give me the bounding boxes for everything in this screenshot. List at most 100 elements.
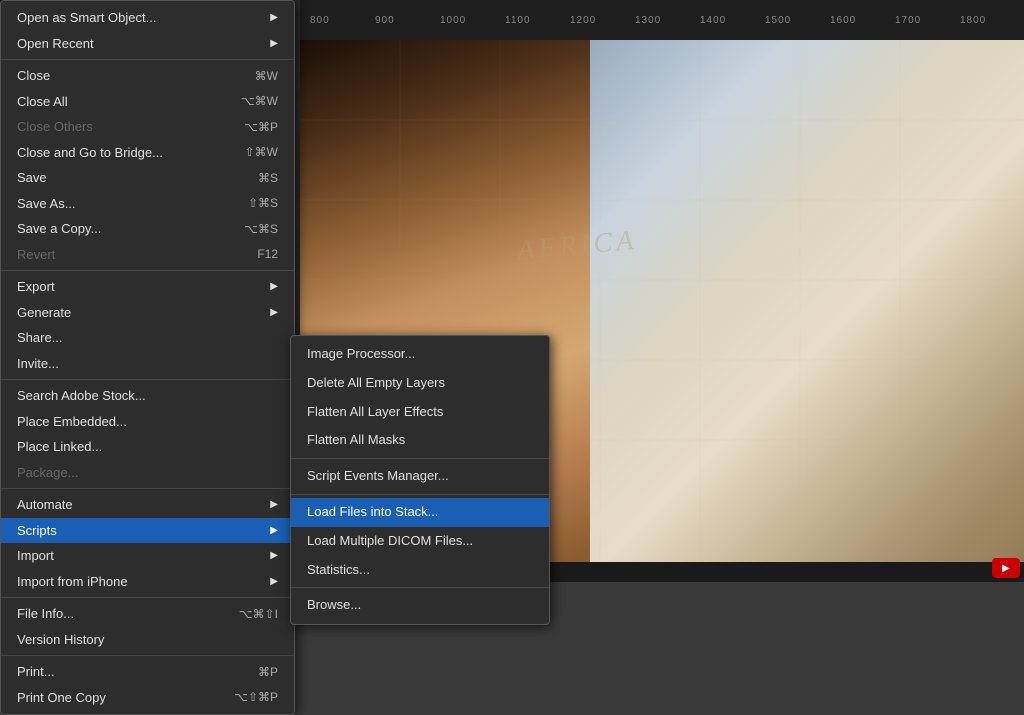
submenu-item-delete-empty-layers[interactable]: Delete All Empty Layers xyxy=(291,369,549,398)
menu-item-label: Search Adobe Stock... xyxy=(17,386,278,406)
menu-item-open-smart-object[interactable]: Open as Smart Object... xyxy=(1,5,294,31)
menu-item-label: Invite... xyxy=(17,354,278,374)
menu-separator xyxy=(1,59,294,60)
menu-shortcut: ⌘P xyxy=(258,663,278,681)
menu-item-invite[interactable]: Invite... xyxy=(1,351,294,377)
menu-item-label: Place Embedded... xyxy=(17,412,278,432)
menu-item-package: Package... xyxy=(1,460,294,486)
submenu-item-statistics[interactable]: Statistics... xyxy=(291,556,549,585)
menu-item-label: Save As... xyxy=(17,194,228,214)
submenu-label: Script Events Manager... xyxy=(307,466,449,487)
menu-item-print-one-copy[interactable]: Print One Copy ⌥⇧⌘P xyxy=(1,685,294,711)
submenu-label: Statistics... xyxy=(307,560,370,581)
submenu-label: Load Multiple DICOM Files... xyxy=(307,531,473,552)
menu-separator xyxy=(1,488,294,489)
ruler-num: 1100 xyxy=(505,15,570,26)
menu-item-save-copy[interactable]: Save a Copy... ⌥⌘S xyxy=(1,216,294,242)
menu-item-generate[interactable]: Generate xyxy=(1,300,294,326)
menu-item-import-iphone[interactable]: Import from iPhone xyxy=(1,569,294,595)
ruler: 800 900 1000 1100 1200 1300 1400 1500 16… xyxy=(300,0,1024,40)
menu-shortcut: ⌥⇧⌘P xyxy=(234,688,278,706)
submenu-item-load-files-stack[interactable]: Load Files into Stack... xyxy=(291,498,549,527)
menu-item-save-as[interactable]: Save As... ⇧⌘S xyxy=(1,191,294,217)
menu-item-print[interactable]: Print... ⌘P xyxy=(1,659,294,685)
menu-item-label: Close Others xyxy=(17,117,224,137)
submenu-item-browse[interactable]: Browse... xyxy=(291,591,549,620)
submenu-label: Flatten All Layer Effects xyxy=(307,402,443,423)
menu-item-close-go-bridge[interactable]: Close and Go to Bridge... ⇧⌘W xyxy=(1,140,294,166)
menu-item-place-embedded[interactable]: Place Embedded... xyxy=(1,409,294,435)
ruler-num: 1300 xyxy=(635,15,700,26)
menu-item-label: Open Recent xyxy=(17,34,262,54)
menu-item-export[interactable]: Export xyxy=(1,274,294,300)
menu-item-label: Share... xyxy=(17,328,278,348)
ruler-num: 900 xyxy=(375,15,440,26)
menu-item-label: Save a Copy... xyxy=(17,219,224,239)
menu-shortcut: ⌥⌘P xyxy=(244,118,278,136)
submenu-item-load-dicom[interactable]: Load Multiple DICOM Files... xyxy=(291,527,549,556)
menu-separator xyxy=(1,655,294,656)
menu-item-label: Print One Copy xyxy=(17,688,214,708)
menu-item-file-info[interactable]: File Info... ⌥⌘⇧I xyxy=(1,601,294,627)
ruler-numbers: 800 900 1000 1100 1200 1300 1400 1500 16… xyxy=(310,15,1024,26)
submenu-item-image-processor[interactable]: Image Processor... xyxy=(291,340,549,369)
menu-item-label: Import from iPhone xyxy=(17,572,262,592)
menu-item-label: File Info... xyxy=(17,604,219,624)
ruler-num: 1500 xyxy=(765,15,830,26)
ruler-num: 1200 xyxy=(570,15,635,26)
menu-item-close[interactable]: Close ⌘W xyxy=(1,63,294,89)
menu-item-save[interactable]: Save ⌘S xyxy=(1,165,294,191)
submenu-item-script-events-manager[interactable]: Script Events Manager... xyxy=(291,462,549,491)
menu-item-label: Automate xyxy=(17,495,262,515)
menu-item-label: Close xyxy=(17,66,235,86)
menu-shortcut: ⌥⌘S xyxy=(244,220,278,238)
menu-item-label: Place Linked... xyxy=(17,437,278,457)
menu-item-close-all[interactable]: Close All ⌥⌘W xyxy=(1,89,294,115)
submenu-separator xyxy=(291,494,549,495)
ruler-num: 1700 xyxy=(895,15,960,26)
menu-item-close-others: Close Others ⌥⌘P xyxy=(1,114,294,140)
menu-shortcut: ⌥⌘⇧I xyxy=(239,605,278,623)
menu-item-label: Close All xyxy=(17,92,221,112)
menu-item-label: Generate xyxy=(17,303,262,323)
menu-item-revert: Revert F12 xyxy=(1,242,294,268)
ruler-num: 1000 xyxy=(440,15,505,26)
menu-item-label: Scripts xyxy=(17,521,262,541)
submenu-label: Image Processor... xyxy=(307,344,415,365)
menu-item-label: Save xyxy=(17,168,238,188)
menu-separator xyxy=(1,379,294,380)
file-menu: Open as Smart Object... Open Recent Clos… xyxy=(0,0,295,715)
submenu-label: Flatten All Masks xyxy=(307,430,405,451)
menu-item-label: Export xyxy=(17,277,262,297)
ruler-num: 1800 xyxy=(960,15,1024,26)
submenu-label: Delete All Empty Layers xyxy=(307,373,445,394)
menu-item-label: Print... xyxy=(17,662,238,682)
submenu-separator xyxy=(291,458,549,459)
menu-shortcut: ⇧⌘S xyxy=(248,194,278,212)
menu-shortcut: ⌥⌘W xyxy=(241,92,278,110)
menu-item-search-stock[interactable]: Search Adobe Stock... xyxy=(1,383,294,409)
submenu-label: Load Files into Stack... xyxy=(307,502,439,523)
ruler-num: 1400 xyxy=(700,15,765,26)
menu-separator xyxy=(1,597,294,598)
menu-shortcut: F12 xyxy=(257,245,278,263)
menu-item-open-recent[interactable]: Open Recent xyxy=(1,31,294,57)
menu-item-label: Package... xyxy=(17,463,278,483)
submenu-item-flatten-layer-effects[interactable]: Flatten All Layer Effects xyxy=(291,398,549,427)
menu-shortcut: ⌘W xyxy=(255,67,278,85)
menu-separator xyxy=(1,270,294,271)
menu-item-label: Version History xyxy=(17,630,278,650)
menu-item-label: Revert xyxy=(17,245,237,265)
menu-item-scripts[interactable]: Scripts xyxy=(1,518,294,544)
submenu-item-flatten-all-masks[interactable]: Flatten All Masks xyxy=(291,426,549,455)
menu-item-automate[interactable]: Automate xyxy=(1,492,294,518)
youtube-badge xyxy=(992,558,1020,578)
menu-item-import[interactable]: Import xyxy=(1,543,294,569)
menu-item-version-history[interactable]: Version History xyxy=(1,627,294,653)
menu-item-label: Open as Smart Object... xyxy=(17,8,262,28)
menu-shortcut: ⌘S xyxy=(258,169,278,187)
menu-shortcut: ⇧⌘W xyxy=(245,143,278,161)
menu-item-share[interactable]: Share... xyxy=(1,325,294,351)
menu-item-place-linked[interactable]: Place Linked... xyxy=(1,434,294,460)
ruler-num: 800 xyxy=(310,15,375,26)
